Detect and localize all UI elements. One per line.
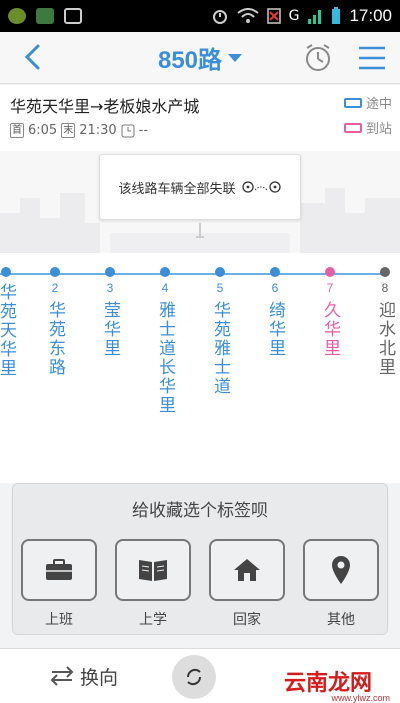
bus-pink-icon: [343, 122, 362, 133]
stop-dot: [380, 267, 390, 277]
tag-work-button[interactable]: 上班: [21, 539, 97, 629]
clock: 17:00: [349, 6, 392, 25]
tag-home-tile: [209, 539, 285, 601]
interval: --: [138, 123, 149, 138]
chevron-down-icon: [228, 53, 243, 62]
battery-icon: [332, 7, 341, 24]
switch-direction-button[interactable]: 换向: [50, 663, 118, 690]
route-info: 华苑天华里→老板娘水产城 首 6:05 末 21:30 -- 途中 到站: [0, 85, 400, 151]
stop-number: 5: [216, 281, 224, 295]
stop-number: 2: [51, 281, 59, 295]
stop-number: 6: [271, 281, 279, 295]
stop-name: 华苑雅士道: [210, 301, 230, 396]
stop-dot: [105, 267, 115, 277]
route-title: 850路: [157, 47, 223, 74]
menu-button[interactable]: [356, 44, 388, 72]
tag-work-tile: [21, 539, 97, 601]
image-icon: [64, 8, 82, 24]
stop-dot: [215, 267, 225, 277]
stop-dot: [1, 267, 11, 277]
tag-other-button[interactable]: 其他: [303, 539, 379, 629]
header: 850路: [0, 32, 400, 84]
tag-school-button[interactable]: 上学: [115, 539, 191, 629]
legend-en-route: 途中: [343, 93, 392, 112]
stop-dot: [270, 267, 280, 277]
stop-name: 迎水北里: [375, 301, 395, 377]
status-tooltip: 该线路车辆全部失联: [99, 154, 301, 220]
tooltip-message: 该线路车辆全部失联: [118, 181, 236, 197]
panel-title: 给收藏选个标签呗: [132, 501, 268, 521]
stop-item[interactable]: 6 绮华里: [263, 267, 287, 358]
interval-clock-icon: [121, 124, 135, 137]
stop-number: 7: [326, 281, 334, 295]
lock-icon: [36, 8, 54, 24]
stop-item[interactable]: 2 华苑东路: [43, 267, 67, 377]
briefcase-icon: [46, 559, 72, 580]
route-selector[interactable]: 850路: [157, 40, 243, 75]
stop-item[interactable]: 8 迎水北里: [373, 267, 397, 377]
first-bus-time: 6:05: [28, 123, 58, 138]
map-area: 该线路车辆全部失联: [0, 151, 400, 253]
schedule: 首 6:05 末 21:30 --: [10, 123, 390, 138]
stop-list[interactable]: 华苑天华里 2 华苑东路 3 莹华里 4 雅士道长华里 5 华苑雅士道 6 绮华里 7 久华里 8 迎水北里: [0, 253, 400, 483]
favorite-tag-panel: 给收藏选个标签呗 上班 上学 回家 其他: [12, 483, 388, 635]
last-bus-time: 21:30: [79, 123, 117, 138]
stop-dot: [325, 267, 335, 277]
first-bus-tag: 首: [10, 123, 24, 138]
swap-arrows-icon: [50, 666, 74, 686]
book-icon: [139, 560, 167, 581]
bottom-bar: 换向 云南龙网 www.ylwz.com: [0, 648, 400, 703]
location-pin-icon: [332, 556, 350, 584]
stop-number: 4: [161, 281, 169, 295]
route-direction: 华苑天华里→老板娘水产城: [10, 97, 200, 116]
alarm-icon: [212, 10, 227, 24]
alarm-clock-button[interactable]: [302, 42, 334, 74]
app-icon: [8, 8, 26, 24]
stop-name: 华苑东路: [45, 301, 65, 377]
tag-work-label: 上班: [45, 612, 73, 628]
refresh-button[interactable]: [172, 655, 216, 699]
tag-school-label: 上学: [139, 612, 167, 628]
back-button[interactable]: [18, 42, 48, 72]
no-sim-icon: [266, 8, 281, 24]
legend-arrived: 到站: [343, 118, 392, 137]
stop-item[interactable]: 华苑天华里: [0, 267, 18, 378]
stop-item[interactable]: 4 雅士道长华里: [153, 267, 177, 415]
signal-icon: [308, 10, 322, 24]
stop-item[interactable]: 3 莹华里: [98, 267, 122, 358]
stop-name: 绮华里: [265, 301, 285, 358]
tag-other-tile: [303, 539, 379, 601]
pin-icon: [196, 223, 204, 238]
tag-home-label: 回家: [233, 612, 261, 628]
stop-number: 3: [106, 281, 114, 295]
stop-item[interactable]: 5 华苑雅士道: [208, 267, 232, 396]
wifi-icon: [236, 8, 259, 23]
legend: 途中 到站: [343, 93, 392, 143]
tag-other-label: 其他: [327, 612, 355, 628]
stop-dot: [160, 267, 170, 277]
stop-name: 华苑天华里: [0, 283, 16, 378]
stop-name: 雅士道长华里: [155, 301, 175, 415]
stop-name: 莹华里: [100, 301, 120, 358]
stop-dot: [50, 267, 60, 277]
status-bar: G 17:00: [0, 0, 400, 32]
refresh-icon: [186, 668, 202, 686]
switch-direction-label: 换向: [80, 666, 119, 689]
last-bus-tag: 末: [61, 123, 76, 138]
bus-blue-icon: [343, 97, 362, 108]
stop-item[interactable]: 7 久华里: [318, 267, 342, 358]
watermark-url: www.ylwz.com: [331, 693, 390, 703]
bus-outline-icon: [241, 181, 281, 193]
tag-options: 上班 上学 回家 其他: [13, 539, 387, 629]
tag-home-button[interactable]: 回家: [209, 539, 285, 629]
home-icon: [234, 559, 260, 581]
network-type: G: [288, 8, 300, 24]
tag-school-tile: [115, 539, 191, 601]
stop-number: 8: [381, 281, 389, 295]
stop-name: 久华里: [320, 301, 340, 358]
